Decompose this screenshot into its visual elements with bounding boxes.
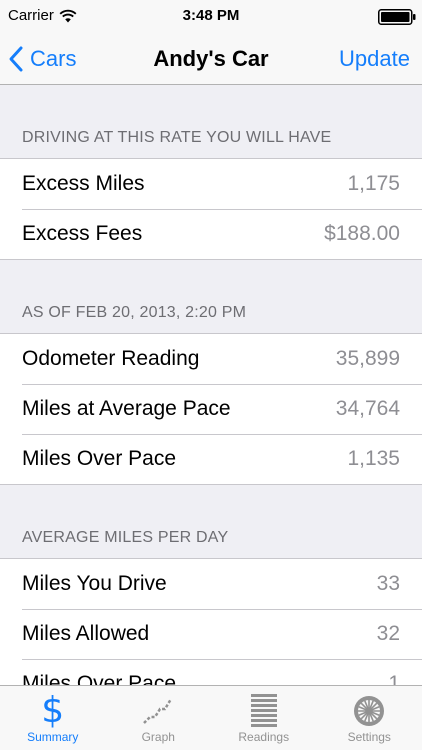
row-value: 34,764 xyxy=(335,397,400,420)
readings-list-icon xyxy=(250,690,277,732)
section-header-projection: DRIVING AT THIS RATE YOU WILL HAVE xyxy=(0,85,422,158)
tab-label: Readings xyxy=(238,730,290,744)
row-value: 33 xyxy=(376,572,400,595)
row-label: Excess Fees xyxy=(22,222,143,245)
tab-label: Graph xyxy=(141,730,175,744)
tab-readings[interactable]: Readings xyxy=(211,686,317,750)
section-header-label: DRIVING AT THIS RATE YOU WILL HAVE xyxy=(22,129,332,146)
section-header-label: AVERAGE MILES PER DAY xyxy=(22,529,229,546)
section-projection: Excess Miles 1,175 Excess Fees $188.00 xyxy=(0,158,422,260)
row-value: 1 xyxy=(388,672,400,685)
summary-table[interactable]: DRIVING AT THIS RATE YOU WILL HAVE Exces… xyxy=(0,85,422,685)
row-label: Excess Miles xyxy=(22,172,145,195)
row-label: Odometer Reading xyxy=(22,347,200,370)
row-miles-allowed: Miles Allowed 32 xyxy=(0,609,422,659)
row-excess-miles: Excess Miles 1,175 xyxy=(0,159,422,209)
settings-wheel-icon xyxy=(352,690,386,732)
tab-label: Settings xyxy=(347,730,391,744)
row-label: Miles Over Pace xyxy=(22,672,177,685)
tab-graph[interactable]: Graph xyxy=(106,686,212,750)
dollar-icon: $ xyxy=(41,690,65,731)
battery-icon xyxy=(378,9,416,25)
row-label: Miles at Average Pace xyxy=(22,397,231,420)
row-miles-average-pace: Miles at Average Pace 34,764 xyxy=(0,384,422,434)
row-label: Miles Allowed xyxy=(22,622,150,645)
tab-bar: $ Summary Graph Readings Settings xyxy=(0,685,422,750)
status-bar: Carrier 3:48 PM xyxy=(0,0,422,32)
section-header-label: AS OF FEB 20, 2013, 2:20 PM xyxy=(22,304,247,321)
row-label: Miles Over Pace xyxy=(22,447,177,470)
row-excess-fees: Excess Fees $188.00 xyxy=(0,209,422,259)
chevron-left-icon xyxy=(9,46,23,71)
status-time: 3:48 PM xyxy=(182,7,240,24)
navigation-bar: Cars Andy's Car Update xyxy=(0,32,422,85)
row-value: 1,135 xyxy=(347,447,400,470)
section-average-per-day: Miles You Drive 33 Miles Allowed 32 Mile… xyxy=(0,558,422,685)
back-button[interactable]: Cars xyxy=(8,32,76,85)
row-value: $188.00 xyxy=(324,222,400,245)
tab-label: Summary xyxy=(27,730,79,744)
back-button-label: Cars xyxy=(30,45,77,71)
graph-icon xyxy=(141,690,175,732)
tab-summary[interactable]: $ Summary xyxy=(0,686,106,750)
section-header-as-of: AS OF FEB 20, 2013, 2:20 PM xyxy=(0,260,422,333)
row-value: 1,175 xyxy=(347,172,400,195)
tab-settings[interactable]: Settings xyxy=(317,686,422,750)
row-value: 32 xyxy=(376,622,400,645)
row-odometer-reading: Odometer Reading 35,899 xyxy=(0,334,422,384)
row-miles-over-pace: Miles Over Pace 1,135 xyxy=(0,434,422,484)
row-daily-over-pace: Miles Over Pace 1 xyxy=(0,659,422,685)
update-button[interactable]: Update xyxy=(339,32,410,85)
row-miles-you-drive: Miles You Drive 33 xyxy=(0,559,422,609)
row-value: 35,899 xyxy=(335,347,400,370)
section-header-average-per-day: AVERAGE MILES PER DAY xyxy=(0,485,422,558)
row-label: Miles You Drive xyxy=(22,572,167,595)
section-current: Odometer Reading 35,899 Miles at Average… xyxy=(0,333,422,485)
